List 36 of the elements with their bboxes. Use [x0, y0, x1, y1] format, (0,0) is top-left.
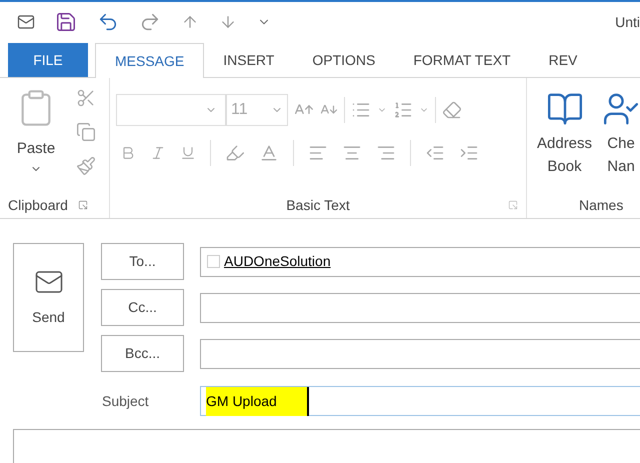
recipient-field[interactable]	[200, 292, 640, 322]
dialog-launcher-icon[interactable]	[508, 200, 518, 210]
subject-field[interactable]: GM Upload	[200, 386, 640, 416]
recipient-button[interactable]: Cc...	[101, 289, 184, 326]
recipient-name[interactable]: AUDOneSolution	[224, 251, 331, 272]
undo-icon[interactable]	[97, 11, 119, 33]
subject-label: Subject	[101, 392, 150, 411]
redo-icon[interactable]	[139, 11, 161, 33]
ribbon-tab[interactable]: MESSAGE	[95, 43, 204, 78]
ribbon-tab[interactable]: FORMAT TEXT	[394, 43, 530, 77]
ribbon-tab[interactable]: INSERT	[204, 43, 294, 77]
down-arrow-icon[interactable]	[219, 13, 237, 31]
recipient-field[interactable]: AUDOneSolution	[200, 246, 640, 276]
window-title: Unti	[615, 12, 640, 32]
save-icon[interactable]	[55, 11, 77, 33]
send-button[interactable]: Send	[13, 243, 84, 352]
file-tab[interactable]: FILE	[8, 43, 88, 77]
group-label: Names	[579, 196, 624, 214]
group-label: Basic Text	[286, 196, 350, 214]
dialog-launcher-icon[interactable]	[78, 200, 88, 210]
copy-icon[interactable]	[76, 122, 96, 142]
message-body[interactable]	[13, 429, 640, 463]
paste-button[interactable]: Paste	[12, 88, 60, 192]
subject-text: GM Upload	[206, 386, 309, 416]
group-label: Clipboard	[8, 196, 68, 215]
recipient-button[interactable]: Bcc...	[101, 335, 184, 372]
format-painter-icon[interactable]	[76, 156, 96, 176]
recipient-field[interactable]	[200, 338, 640, 368]
check-names-button[interactable]: Che Nan	[602, 90, 640, 178]
cut-icon[interactable]	[76, 88, 96, 108]
contact-icon	[207, 255, 220, 268]
address-book-button[interactable]: Address Book	[537, 90, 592, 178]
recipient-button[interactable]: To...	[101, 243, 184, 280]
ribbon-tab[interactable]: REV	[530, 43, 596, 77]
envelope-icon[interactable]	[17, 13, 35, 31]
ribbon-tab[interactable]: OPTIONS	[293, 43, 394, 77]
